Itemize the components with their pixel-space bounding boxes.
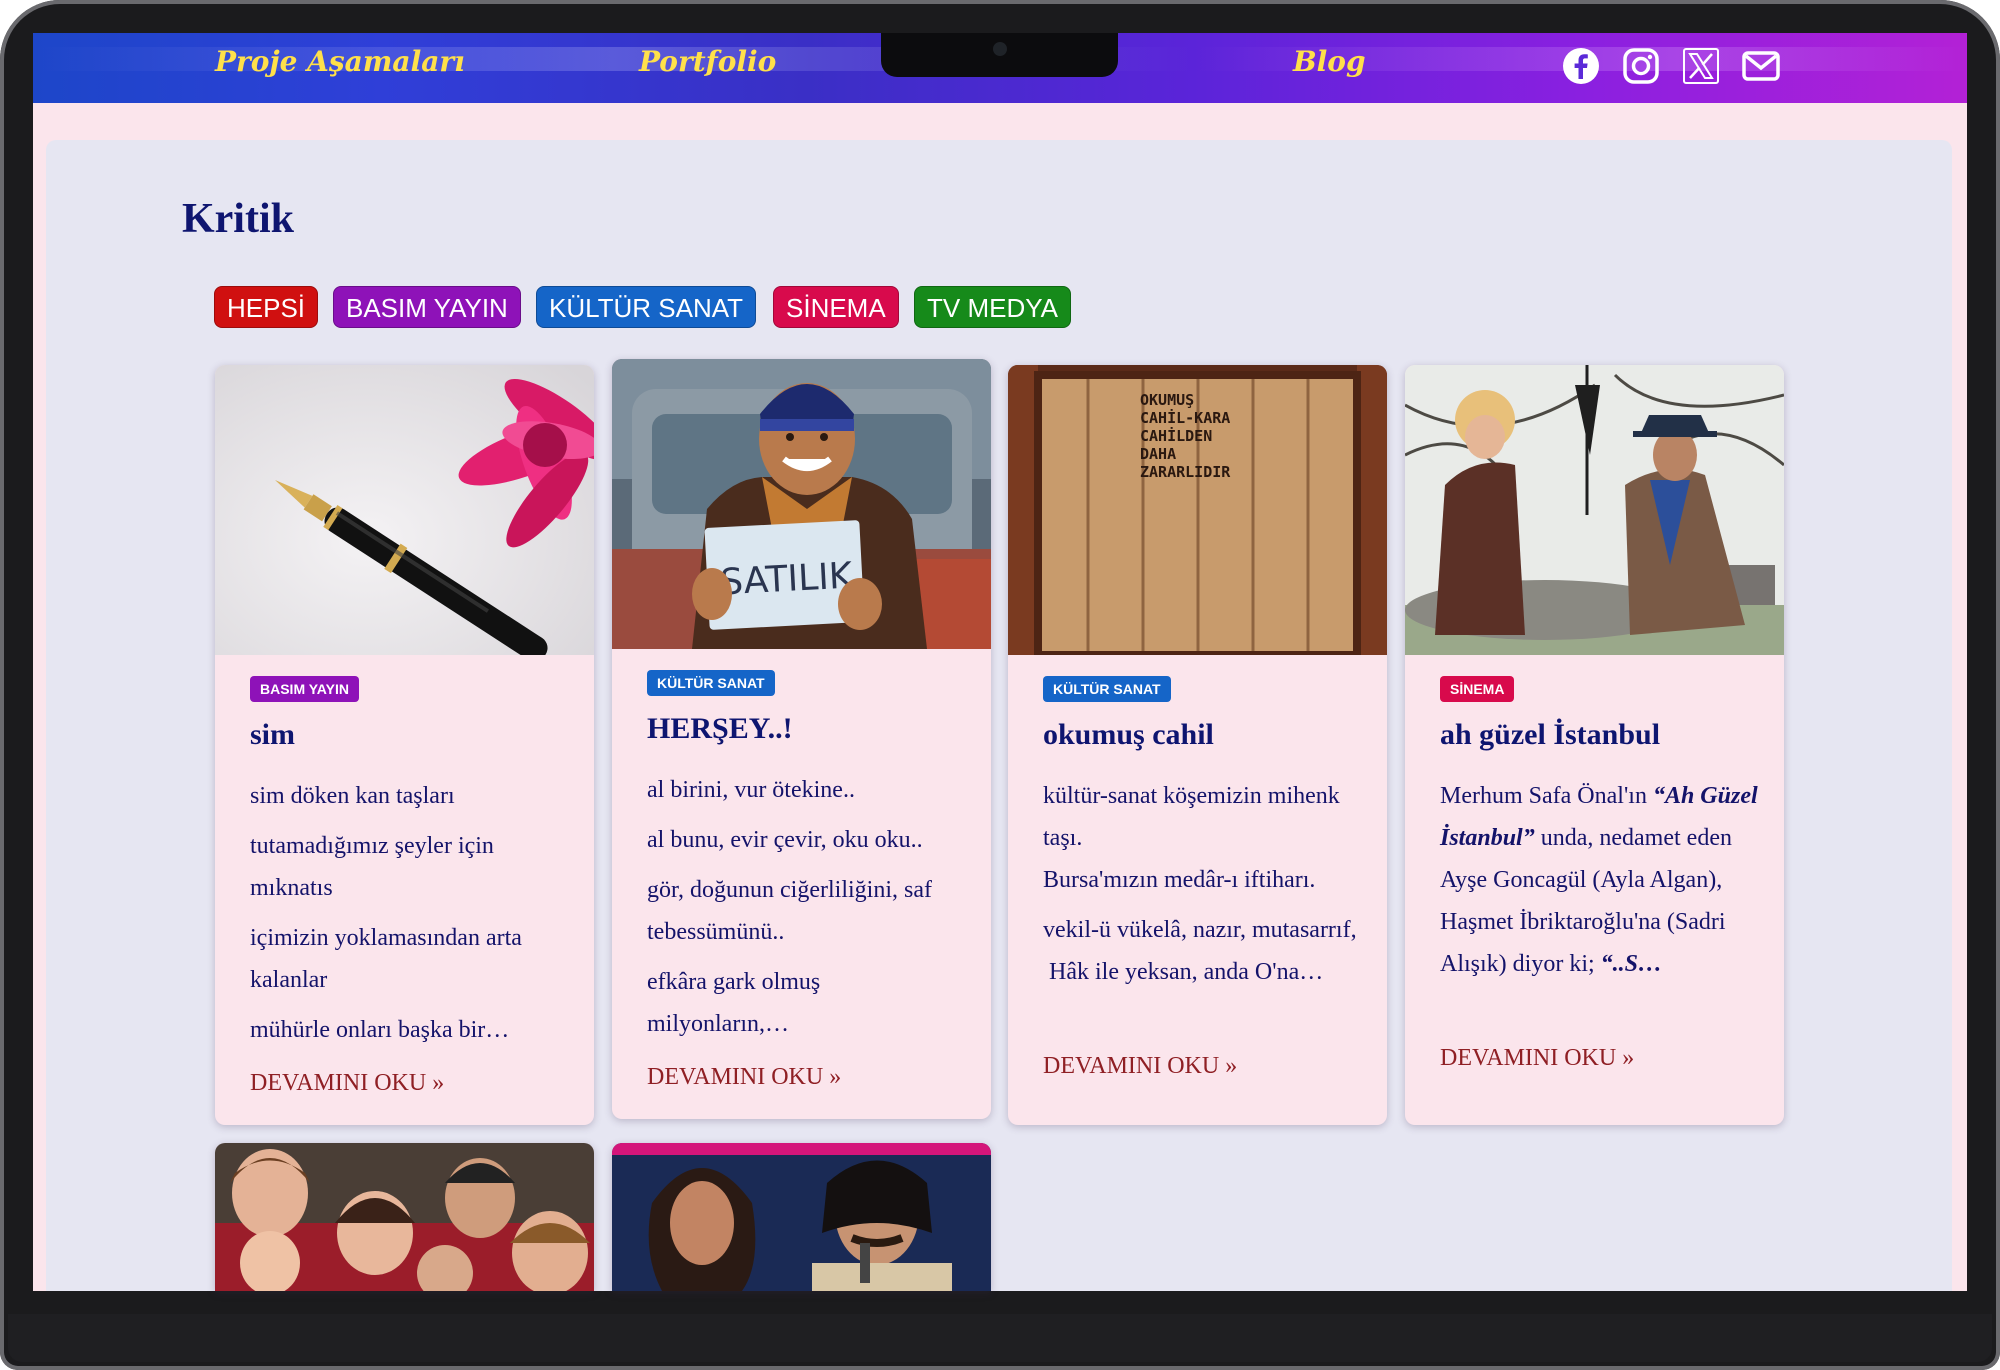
read-more-link[interactable]: DEVAMINI OKU » (250, 1070, 444, 1097)
door-graffiti-line: CAHİLDEN (1140, 426, 1212, 445)
post-excerpt: Merhum Safa Önal'ın “Ah Güzel İstanbul” … (1440, 775, 1760, 985)
excerpt-line: efkâra gark olmuş milyonların,… (647, 969, 821, 1037)
post-card-partial[interactable] (215, 1143, 594, 1291)
post-card-ah-guzel-istanbul[interactable]: SİNEMA ah güzel İstanbul Merhum Safa Öna… (1405, 365, 1784, 1125)
excerpt-line: al birini, vur ötekine.. (647, 777, 855, 803)
excerpt-line: Bursa'mızın medâr-ı iftiharı. (1043, 867, 1316, 893)
filter-tv-medya[interactable]: TV MEDYA (914, 286, 1071, 328)
filter-sinema[interactable]: SİNEMA (773, 286, 899, 328)
laptop-bottom-bezel (8, 1314, 1992, 1362)
filter-basim-yayin[interactable]: BASIM YAYIN (333, 286, 521, 328)
instagram-icon[interactable] (1621, 46, 1661, 86)
post-card-okumus-cahil[interactable]: OKUMUŞ CAHİL-KARA CAHİLDEN DAHA ZARARLID… (1008, 365, 1387, 1125)
post-title[interactable]: sim (250, 718, 295, 752)
excerpt-line: tutamadığımız şeyler için mıknatıs (250, 833, 494, 901)
mail-icon[interactable] (1741, 46, 1781, 86)
page-title: Kritik (182, 196, 294, 242)
excerpt-line: içimizin yoklamasından arta kalanlar (250, 925, 522, 993)
post-card-partial[interactable] (612, 1143, 991, 1291)
post-title[interactable]: ah güzel İstanbul (1440, 718, 1660, 752)
camera-icon (993, 42, 1007, 56)
excerpt-line: gör, doğunun ciğerliliğini, saf tebessüm… (647, 877, 932, 945)
nav-link-portfolio[interactable]: Portfolio (639, 45, 776, 78)
door-graffiti-line: OKUMUŞ (1140, 391, 1194, 409)
excerpt-line: Hâk ile yeksan, anda O'na… (1043, 959, 1324, 985)
post-card-sim[interactable]: BASIM YAYIN sim sim döken kan taşları tu… (215, 365, 594, 1125)
post-image[interactable] (1405, 365, 1784, 655)
excerpt-line: vekil-ü vükelâ, nazır, mutasarrıf, (1043, 917, 1357, 943)
excerpt-line: kültür-sanat köşemizin mihenk taşı. (1043, 783, 1340, 851)
filter-hepsi[interactable]: HEPSİ (214, 286, 319, 328)
quote-emphasis: “..S… (1600, 951, 1663, 977)
read-more-link[interactable]: DEVAMINI OKU » (1043, 1053, 1237, 1080)
category-badge[interactable]: SİNEMA (1440, 676, 1515, 702)
read-more-link[interactable]: DEVAMINI OKU » (647, 1064, 841, 1091)
filter-kultur-sanat[interactable]: KÜLTÜR SANAT (536, 286, 757, 328)
post-excerpt: sim döken kan taşları tutamadığımız şeyl… (250, 775, 570, 1059)
door-graffiti-line: DAHA (1140, 445, 1176, 463)
x-icon[interactable] (1681, 46, 1721, 86)
nav-link-blog[interactable]: Blog (1293, 45, 1366, 78)
excerpt-text: Merhum Safa Önal'ın (1440, 783, 1653, 809)
post-title[interactable]: okumuş cahil (1043, 718, 1214, 752)
post-image[interactable] (612, 1143, 991, 1291)
post-image[interactable]: OKUMUŞ CAHİL-KARA CAHİLDEN DAHA ZARARLID… (1008, 365, 1387, 655)
post-excerpt: al birini, vur ötekine.. al bunu, evir ç… (647, 769, 967, 1053)
category-badge[interactable]: BASIM YAYIN (250, 676, 359, 702)
post-image[interactable] (215, 365, 594, 655)
post-title[interactable]: HERŞEY..! (647, 712, 793, 746)
excerpt-line: al bunu, evir çevir, oku oku.. (647, 827, 923, 853)
post-excerpt: kültür-sanat köşemizin mihenk taşı. Burs… (1043, 775, 1363, 993)
excerpt-line: sim döken kan taşları (250, 783, 455, 809)
category-badge[interactable]: KÜLTÜR SANAT (647, 670, 775, 696)
post-image[interactable]: SATILIK (612, 359, 991, 649)
nav-link-proje-asamalari[interactable]: Proje Aşamaları (215, 45, 465, 78)
facebook-icon[interactable] (1561, 46, 1601, 86)
read-more-link[interactable]: DEVAMINI OKU » (1440, 1045, 1634, 1072)
category-badge[interactable]: KÜLTÜR SANAT (1043, 676, 1171, 702)
door-graffiti-line: ZARARLIDIR (1140, 463, 1231, 481)
post-card-hersey[interactable]: SATILIK KÜLTÜR SANAT HERŞEY..! al birini… (612, 359, 991, 1119)
satilik-sign-text: SATILIK (719, 555, 855, 603)
excerpt-line: mühürle onları başka bir… (250, 1017, 510, 1043)
post-image[interactable] (215, 1143, 594, 1291)
door-graffiti-line: CAHİL-KARA (1140, 408, 1230, 427)
